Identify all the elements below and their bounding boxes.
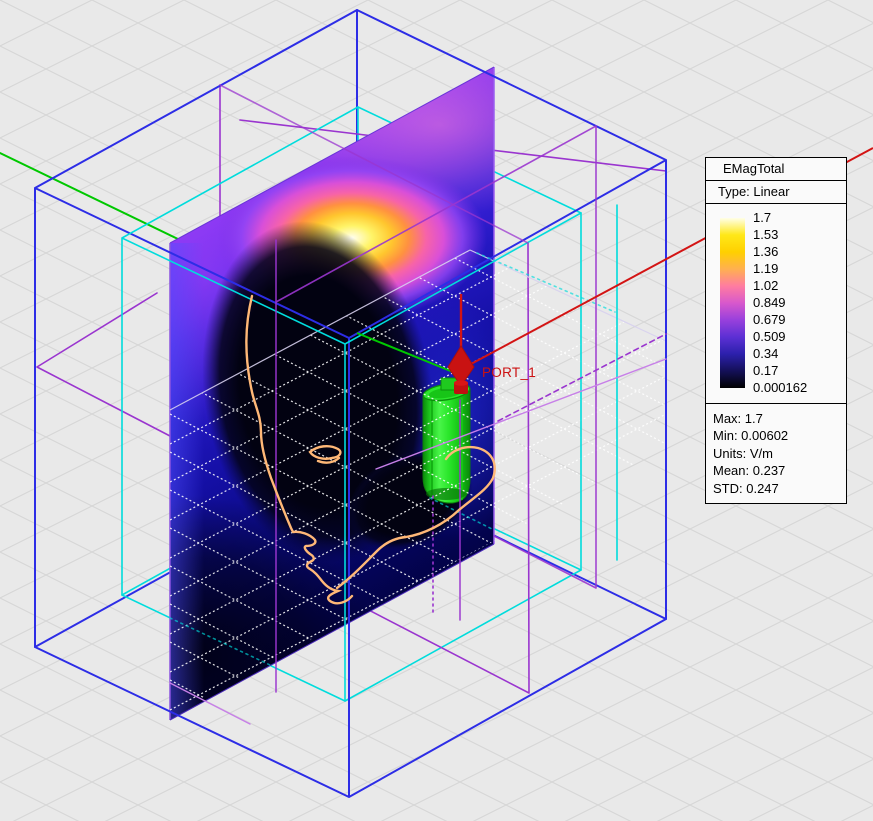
colorbar-tick-label: 0.679 [753, 312, 786, 328]
colorbar-tick-label: 0.000162 [753, 380, 807, 396]
legend-scale-section: 1.71.531.361.191.020.8490.6790.5090.340.… [706, 204, 846, 404]
viewport-3d[interactable]: PORT_1 EMagTotal Type: Linear 1.71.531.3… [0, 0, 873, 821]
colorbar-tick-label: 1.19 [753, 261, 778, 277]
stat-units: Units: V/m [713, 445, 846, 462]
legend-panel: EMagTotal Type: Linear 1.71.531.361.191.… [705, 157, 847, 504]
feed-stub-top [454, 380, 468, 386]
stat-mean: Mean: 0.237 [713, 462, 846, 479]
colorbar-tick-label: 1.53 [753, 227, 778, 243]
stat-std: STD: 0.247 [713, 480, 846, 497]
colorbar-tick-label: 0.509 [753, 329, 786, 345]
colorbar-tick-label: 0.34 [753, 346, 778, 362]
legend-type: Type: Linear [706, 181, 846, 204]
antenna-body [423, 390, 470, 503]
colorbar-tick-label: 1.02 [753, 278, 778, 294]
colorbar-tick-label: 1.36 [753, 244, 778, 260]
colorbar [720, 218, 745, 388]
stat-max: Max: 1.7 [713, 410, 846, 427]
colorbar-tick-label: 1.7 [753, 210, 771, 226]
port-label: PORT_1 [482, 365, 536, 380]
plane-left-fringe [170, 243, 204, 720]
stat-min: Min: 0.00602 [713, 427, 846, 444]
colorbar-tick-label: 0.17 [753, 363, 778, 379]
legend-title: EMagTotal [706, 158, 846, 181]
colorbar-tick-label: 0.849 [753, 295, 786, 311]
legend-stats: Max: 1.7 Min: 0.00602 Units: V/m Mean: 0… [706, 404, 846, 503]
